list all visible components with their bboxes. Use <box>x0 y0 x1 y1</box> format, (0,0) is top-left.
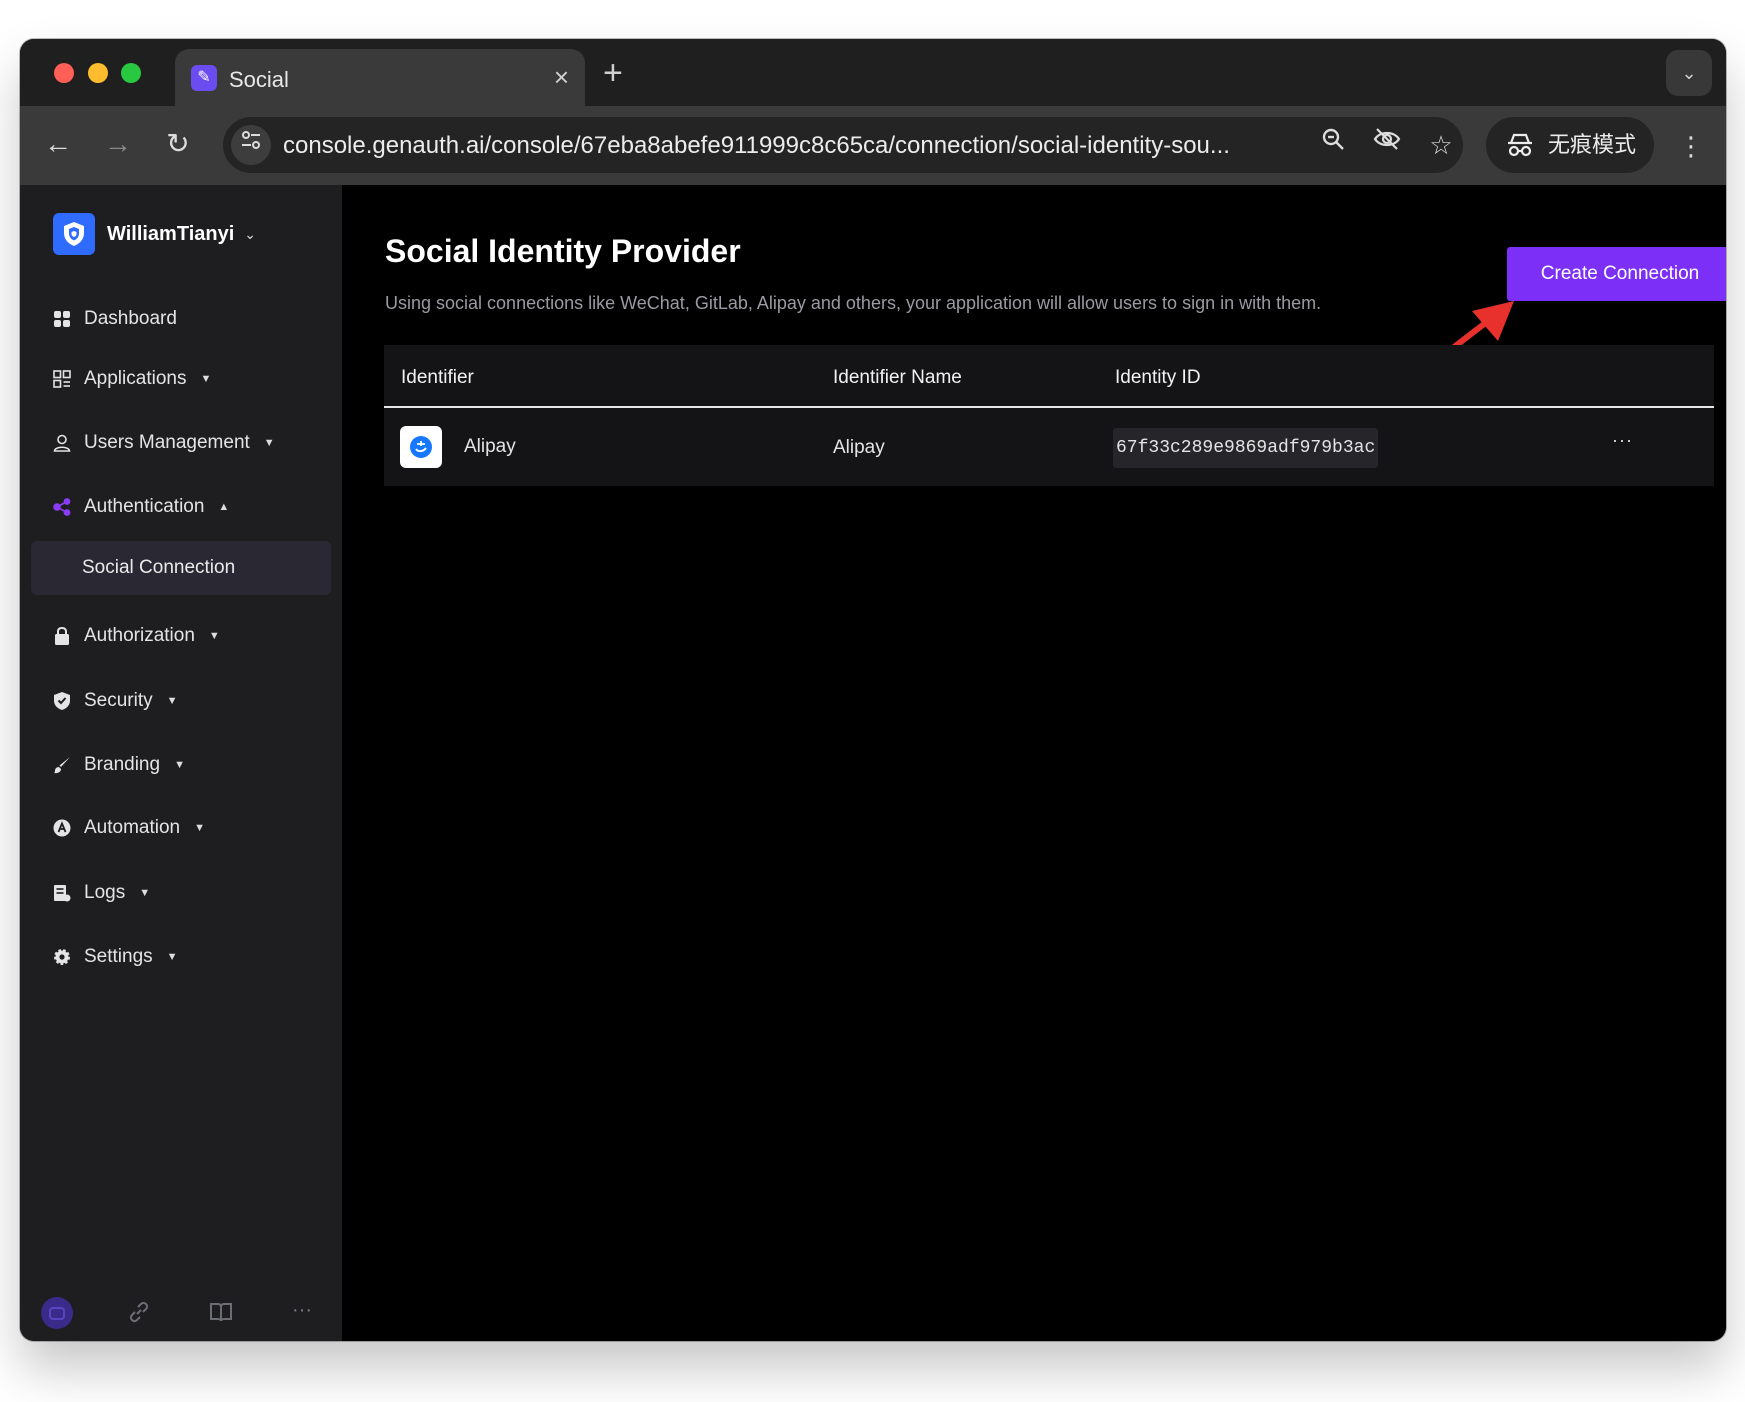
row-identifier-name: Alipay <box>833 437 885 458</box>
shield-icon <box>52 691 72 711</box>
genauth-favicon-icon: ✎ <box>191 65 217 91</box>
sidebar-item-label: Authentication <box>84 496 205 517</box>
column-header-identifier-name: Identifier Name <box>833 367 962 388</box>
bookmark-star-icon[interactable]: ☆ <box>1423 127 1459 163</box>
row-identifier[interactable]: Alipay <box>464 436 516 458</box>
zoom-icon[interactable] <box>1315 127 1351 163</box>
sidebar-item-settings[interactable]: Settings ▼ <box>52 939 178 975</box>
org-shield-icon <box>53 213 95 255</box>
user-icon <box>52 433 72 453</box>
sidebar-item-label: Branding <box>84 754 161 775</box>
table-row[interactable]: Alipay Alipay 67f33c289e9869adf979b3ac ·… <box>384 408 1714 486</box>
sidebar-item-label: Applications <box>84 368 187 389</box>
sidebar-item-authorization[interactable]: Authorization ▼ <box>52 618 220 654</box>
sidebar-item-label: Logs <box>84 882 126 903</box>
main-content: Social Identity Provider Using social co… <box>342 185 1726 1341</box>
sidebar-item-logs[interactable]: Logs ▼ <box>52 875 150 911</box>
caret-down-icon: ▼ <box>263 437 275 449</box>
gear-icon <box>52 947 72 967</box>
tab-strip: ✎ Social × + ⌄ <box>20 39 1726 106</box>
tab-search-chevron-icon[interactable]: ⌄ <box>1666 50 1712 96</box>
site-settings-icon[interactable] <box>231 125 271 165</box>
back-arrow-icon[interactable]: ← <box>40 126 76 162</box>
eye-slash-icon[interactable] <box>1369 127 1405 163</box>
book-icon[interactable] <box>210 1302 232 1328</box>
sidebar-item-branding[interactable]: Branding ▼ <box>52 747 185 783</box>
logs-icon <box>52 883 72 903</box>
close-window-button[interactable] <box>54 63 74 83</box>
paint-brush-icon <box>52 755 72 775</box>
org-name: WilliamTianyi <box>107 222 235 245</box>
browser-window: ✎ Social × + ⌄ ← → ↻ console.genauth.ai/… <box>20 39 1726 1341</box>
sidebar-item-label: Authorization <box>84 625 195 646</box>
caret-down-icon: ▼ <box>208 630 220 642</box>
automation-icon <box>52 818 72 838</box>
address-bar[interactable]: console.genauth.ai/console/67eba8abefe91… <box>223 117 1463 173</box>
org-switcher[interactable]: WilliamTianyi ⌄ <box>53 213 256 255</box>
incognito-icon <box>1508 133 1532 157</box>
dashboard-icon <box>52 309 72 329</box>
sidebar-item-label: Users Management <box>84 432 250 453</box>
assistant-avatar-icon[interactable] <box>40 1296 74 1336</box>
forward-arrow-icon[interactable]: → <box>100 126 136 162</box>
applications-icon <box>52 369 72 389</box>
caret-down-icon: ▼ <box>200 373 212 385</box>
caret-up-icon: ▲ <box>218 501 230 513</box>
reload-icon[interactable]: ↻ <box>160 126 196 162</box>
sidebar-item-label: Social Connection <box>82 557 236 578</box>
caret-down-icon: ▼ <box>174 759 185 771</box>
row-identity-id[interactable]: 67f33c289e9869adf979b3ac <box>1113 428 1379 468</box>
sidebar-item-security[interactable]: Security ▼ <box>52 683 178 719</box>
sidebar-item-label: Dashboard <box>84 308 177 329</box>
alipay-logo-icon <box>400 426 442 468</box>
more-options-icon[interactable]: ··· <box>292 1299 312 1322</box>
close-tab-icon[interactable]: × <box>554 62 569 92</box>
link-icon[interactable] <box>128 1301 150 1329</box>
sidebar-item-social-connection[interactable]: Social Connection <box>31 541 331 595</box>
caret-down-icon: ▼ <box>194 822 206 834</box>
browser-menu-icon[interactable]: ⋮ <box>1678 130 1704 162</box>
new-tab-icon[interactable]: + <box>603 53 623 93</box>
sidebar-item-label: Automation <box>84 817 181 838</box>
sidebar-item-label: Settings <box>84 946 153 967</box>
page-title: Social Identity Provider <box>385 233 741 269</box>
sidebar-item-label: Security <box>84 690 153 711</box>
sidebar: WilliamTianyi ⌄ Dashboard Applications ▼… <box>20 185 342 1341</box>
sidebar-item-users-management[interactable]: Users Management ▼ <box>52 425 275 461</box>
caret-down-icon: ▼ <box>166 695 178 707</box>
sidebar-item-dashboard[interactable]: Dashboard <box>52 301 177 337</box>
create-connection-button[interactable]: Create Connection <box>1507 247 1726 301</box>
share-nodes-icon <box>52 497 72 517</box>
maximize-window-button[interactable] <box>121 63 141 83</box>
minimize-window-button[interactable] <box>88 63 108 83</box>
table-header: Identifier Identifier Name Identity ID <box>384 345 1714 408</box>
incognito-label: 无痕模式 <box>1548 132 1637 157</box>
sidebar-item-applications[interactable]: Applications ▼ <box>52 361 211 397</box>
row-more-options-icon[interactable]: ··· <box>1612 430 1633 451</box>
column-header-identity-id: Identity ID <box>1115 367 1201 388</box>
column-header-identifier: Identifier <box>401 367 474 388</box>
browser-toolbar: ← → ↻ console.genauth.ai/console/67eba8a… <box>20 106 1726 185</box>
chevron-down-icon: ⌄ <box>244 225 256 242</box>
sidebar-item-authentication[interactable]: Authentication ▲ <box>52 489 229 525</box>
page-description: Using social connections like WeChat, Gi… <box>385 293 1322 313</box>
caret-down-icon: ▼ <box>166 951 178 963</box>
social-connections-table: Identifier Identifier Name Identity ID A… <box>384 345 1714 486</box>
incognito-indicator[interactable]: 无痕模式 <box>1486 117 1654 173</box>
browser-tab-social[interactable]: ✎ Social × <box>175 49 585 106</box>
lock-icon <box>52 626 72 646</box>
caret-down-icon: ▼ <box>139 887 151 899</box>
sidebar-item-automation[interactable]: Automation ▼ <box>52 810 205 846</box>
tab-title: Social <box>229 67 289 92</box>
url-text[interactable]: console.genauth.ai/console/67eba8abefe91… <box>283 132 1283 160</box>
